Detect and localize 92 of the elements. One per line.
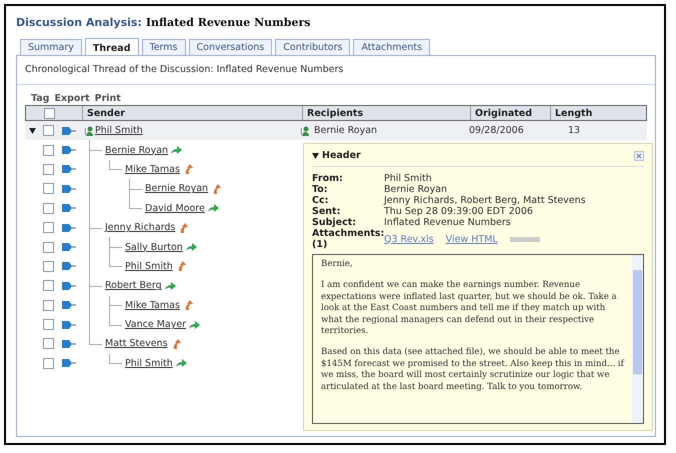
close-icon[interactable] xyxy=(634,150,644,160)
tag-icon[interactable] xyxy=(62,320,76,329)
select-all-checkbox[interactable] xyxy=(44,108,54,118)
field-value: Thu Sep 28 09:39:00 EDT 2006 xyxy=(384,206,534,217)
field-label: Attachments: xyxy=(312,228,384,239)
row-checkbox[interactable] xyxy=(42,144,54,156)
tag-icon[interactable] xyxy=(62,146,76,154)
attachment-count: (1) xyxy=(312,239,328,250)
sender-link[interactable]: Mike Tamas xyxy=(125,164,180,175)
sender-link[interactable]: David Moore xyxy=(145,202,205,214)
sender-link[interactable]: Phil Smith xyxy=(95,125,143,136)
tag-icon[interactable] xyxy=(62,165,76,174)
row-checkbox[interactable] xyxy=(42,202,54,214)
tag-icon[interactable] xyxy=(62,204,76,212)
tag-icon[interactable] xyxy=(62,243,76,252)
tag-icon[interactable] xyxy=(62,126,76,135)
row-checkbox[interactable] xyxy=(42,319,54,330)
tag-icon[interactable] xyxy=(62,359,76,368)
action-link[interactable]: Tag xyxy=(31,93,50,104)
field-label: Subject: xyxy=(312,217,358,228)
tab[interactable]: Contributors xyxy=(275,39,350,55)
field-value: Bernie Royan xyxy=(384,184,448,195)
row-checkbox[interactable] xyxy=(42,222,54,234)
table-cell: 13 xyxy=(568,125,580,136)
row-checkbox[interactable] xyxy=(42,183,54,194)
tab[interactable]: Attachments xyxy=(353,39,430,55)
attachment-link[interactable]: View HTML xyxy=(446,234,498,244)
row-checkbox[interactable] xyxy=(42,242,54,253)
sender-link[interactable]: Vance Mayer xyxy=(125,319,186,330)
tag-icon[interactable] xyxy=(62,301,76,310)
table-cell: 09/28/2006 xyxy=(469,125,524,136)
tag-icon[interactable] xyxy=(62,224,76,232)
sender-link[interactable]: Robert Berg xyxy=(105,280,162,292)
action-link[interactable]: Print xyxy=(94,93,121,104)
person-icon xyxy=(301,126,309,136)
page-title: Inflated Revenue Numbers xyxy=(146,16,310,29)
column-header[interactable]: Sender xyxy=(82,106,302,120)
tab[interactable]: Terms xyxy=(142,39,186,55)
attachment-bar xyxy=(510,236,540,242)
row-checkbox[interactable] xyxy=(42,260,54,272)
field-value: Inflated Revenue Numbers xyxy=(384,217,512,228)
action-link[interactable]: Export xyxy=(54,93,90,104)
right-arrow-icon xyxy=(186,242,197,252)
right-arrow-icon xyxy=(176,358,187,368)
table-cell: Bernie Royan xyxy=(314,125,378,136)
scrollbar[interactable] xyxy=(632,255,643,423)
field-label: Cc: xyxy=(312,195,330,206)
panel-subtitle: Chronological Thread of the Discussion: Inflated Revenue Numbers xyxy=(17,64,655,85)
sender-link[interactable]: Bernie Royan xyxy=(145,183,208,194)
column-header[interactable]: Recipients xyxy=(302,106,470,120)
tab[interactable]: Thread xyxy=(84,38,139,56)
row-checkbox[interactable] xyxy=(42,280,54,292)
row-checkbox[interactable] xyxy=(42,125,54,136)
sender-link[interactable]: Mike Tamas xyxy=(125,300,180,311)
column-header[interactable]: Length xyxy=(550,106,600,120)
sender-link[interactable]: Sally Burton xyxy=(125,242,183,253)
up-arrow-icon xyxy=(178,222,190,233)
tab[interactable]: Conversations xyxy=(188,39,272,55)
popup-title: Header xyxy=(322,150,361,161)
tag-icon[interactable] xyxy=(62,184,76,193)
tag-icon[interactable] xyxy=(62,282,76,290)
tag-icon[interactable] xyxy=(62,340,76,348)
row-checkbox[interactable] xyxy=(42,164,54,175)
person-icon xyxy=(85,126,93,136)
column-header[interactable]: Originated xyxy=(470,106,550,120)
attachment-link[interactable]: Q3 Rev.xls xyxy=(384,234,434,244)
message-paragraph: Based on this data (see attached file), we should be able to meet the $145M forecast we promised to the street. Also keep this in mind... if we miss, the board will most certainly scrutinize our logic that we articulated at the last board meeting. Talk to you tomorrow. xyxy=(321,347,624,394)
sender-link[interactable]: Phil Smith xyxy=(125,358,173,369)
expand-triangle-icon[interactable] xyxy=(312,152,319,158)
expand-triangle-icon[interactable] xyxy=(28,128,36,134)
field-value: Phil Smith xyxy=(384,173,433,184)
right-arrow-icon xyxy=(171,145,182,156)
right-arrow-icon xyxy=(189,320,200,330)
page-title-label: Discussion Analysis: xyxy=(16,16,142,29)
row-checkbox[interactable] xyxy=(42,338,54,350)
sender-link[interactable]: Phil Smith xyxy=(125,260,173,272)
up-arrow-icon xyxy=(211,184,222,194)
field-value: Jenny Richards, Robert Berg, Matt Stevens xyxy=(384,195,587,206)
row-checkbox[interactable] xyxy=(42,300,54,311)
field-label: To: xyxy=(312,184,329,195)
tab[interactable]: Summary xyxy=(20,39,82,55)
field-label: From: xyxy=(312,173,344,184)
message-paragraph: I am confident we can make the earnings number. Revenue expectations were inflated last quarter, but we should be ok. Take a look at the East Coast numbers and tell me if they match up with what the regional managers can defend out in their respective territories. xyxy=(321,280,618,338)
field-label: Sent: xyxy=(312,206,342,217)
sender-link[interactable]: Bernie Royan xyxy=(105,144,168,156)
row-checkbox[interactable] xyxy=(42,358,54,369)
right-arrow-icon xyxy=(208,203,219,214)
right-arrow-icon xyxy=(164,280,176,291)
tag-icon[interactable] xyxy=(62,262,76,270)
sender-link[interactable]: Matt Stevens xyxy=(105,338,168,350)
message-paragraph: Bernie, xyxy=(321,259,354,270)
sender-link[interactable]: Jenny Richards xyxy=(105,222,176,234)
